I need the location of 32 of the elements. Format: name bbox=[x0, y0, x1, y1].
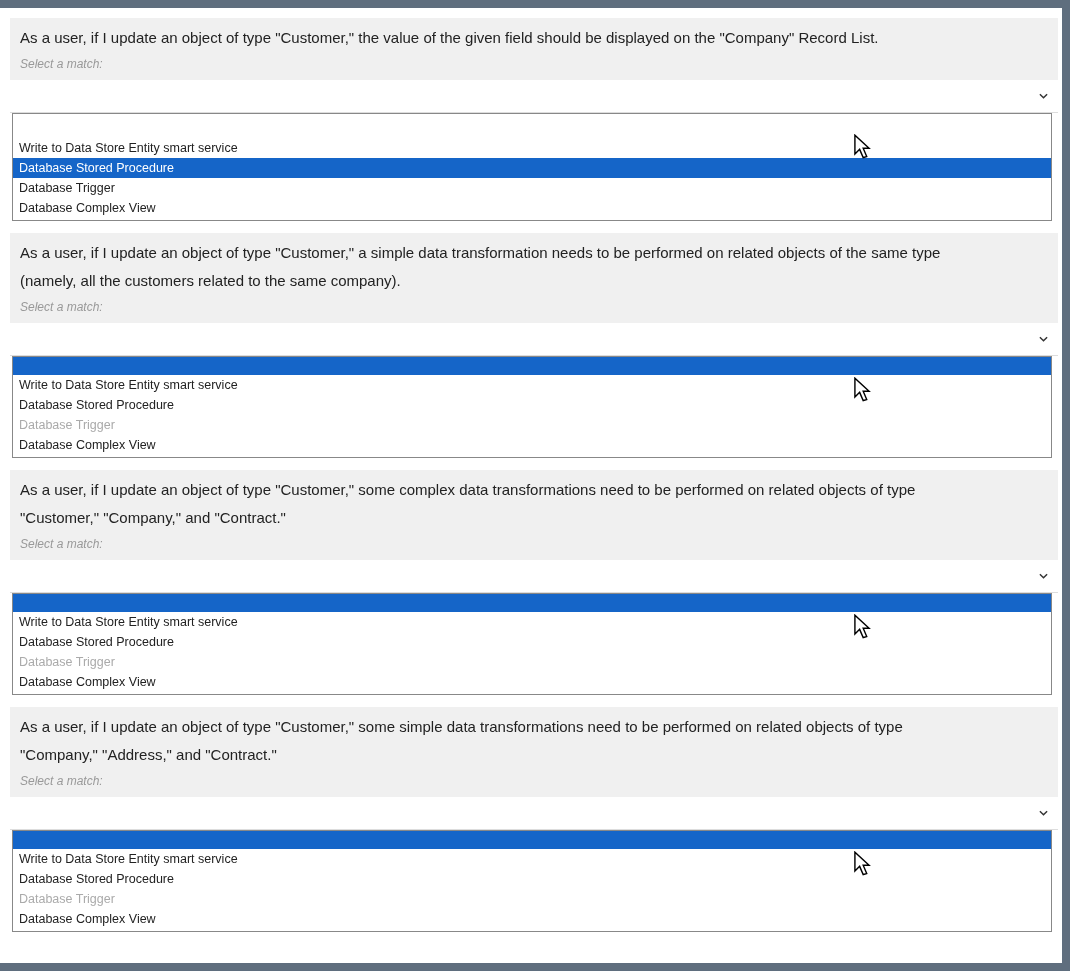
blank-option[interactable] bbox=[13, 357, 1051, 375]
question-text: As a user, if I update an object of type "Customer," the value of the given field should be displayed on the "Company" Record List. bbox=[20, 28, 880, 48]
dropdown-option[interactable]: Database Complex View bbox=[13, 198, 1051, 218]
dropdown-option[interactable]: Write to Data Store Entity smart service bbox=[13, 849, 1051, 869]
caret-icon bbox=[1039, 573, 1048, 579]
select-prompt: Select a match: bbox=[20, 299, 104, 315]
dropdown-option[interactable]: Write to Data Store Entity smart service bbox=[13, 375, 1051, 395]
dropdown-option[interactable]: Write to Data Store Entity smart service bbox=[13, 138, 1051, 158]
dropdown-option[interactable]: Write to Data Store Entity smart service bbox=[13, 612, 1051, 632]
caret-icon bbox=[1039, 93, 1048, 99]
dropdown-option[interactable]: Database Stored Procedure bbox=[13, 632, 1051, 652]
dropdown-option[interactable]: Database Complex View bbox=[13, 672, 1051, 692]
dropdown-option[interactable]: Database Stored Procedure bbox=[13, 158, 1051, 178]
question-text: As a user, if I update an object of type "Customer," some complex data transformations need to be performed on related objects of type "Customer," "Company," and "Contract." bbox=[20, 480, 917, 528]
mouse-pointer-icon bbox=[853, 377, 871, 403]
question-text: As a user, if I update an object of type "Customer," some simple data transformations need to be performed on related objects of type "Company," "Address," and "Contract." bbox=[20, 717, 904, 765]
select-prompt: Select a match: bbox=[20, 773, 104, 789]
caret-icon bbox=[1039, 336, 1048, 342]
question-text: As a user, if I update an object of type "Customer," a simple data transformation needs to be performed on related objects of the same type (namely, all the customers related to the same company). bbox=[20, 243, 942, 291]
dropdown-option[interactable]: Database Stored Procedure bbox=[13, 395, 1051, 415]
dropdown-option[interactable]: Database Trigger bbox=[13, 178, 1051, 198]
blank-option[interactable] bbox=[13, 831, 1051, 849]
dropdown-option[interactable]: Database Complex View bbox=[13, 435, 1051, 455]
dropdown-option[interactable]: Database Stored Procedure bbox=[13, 869, 1051, 889]
mouse-pointer-icon bbox=[853, 614, 871, 640]
caret-icon bbox=[1039, 810, 1048, 816]
blank-option[interactable] bbox=[13, 594, 1051, 612]
select-prompt: Select a match: bbox=[20, 56, 104, 72]
select-prompt: Select a match: bbox=[20, 536, 104, 552]
mouse-pointer-icon bbox=[853, 134, 871, 160]
mouse-pointer-icon bbox=[853, 851, 871, 877]
dropdown-option[interactable]: Database Complex View bbox=[13, 909, 1051, 929]
